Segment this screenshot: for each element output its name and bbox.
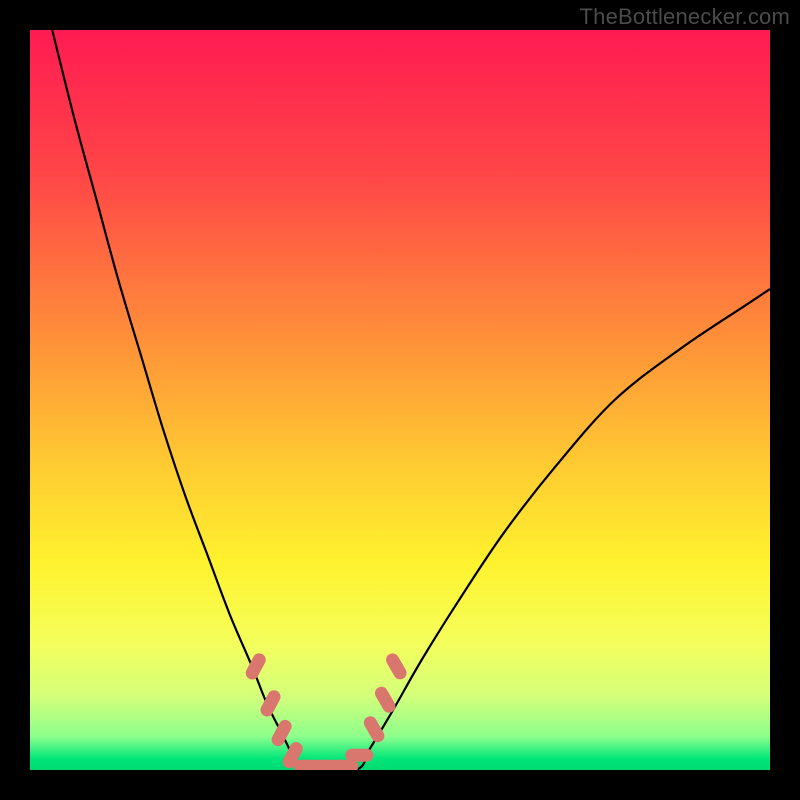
watermark-text: TheBottlenecker.com bbox=[580, 4, 790, 30]
chart-frame: TheBottlenecker.com bbox=[0, 0, 800, 800]
plot-area bbox=[30, 30, 770, 770]
valley-marker bbox=[345, 749, 373, 762]
chart-svg bbox=[30, 30, 770, 770]
gradient-background bbox=[30, 30, 770, 770]
